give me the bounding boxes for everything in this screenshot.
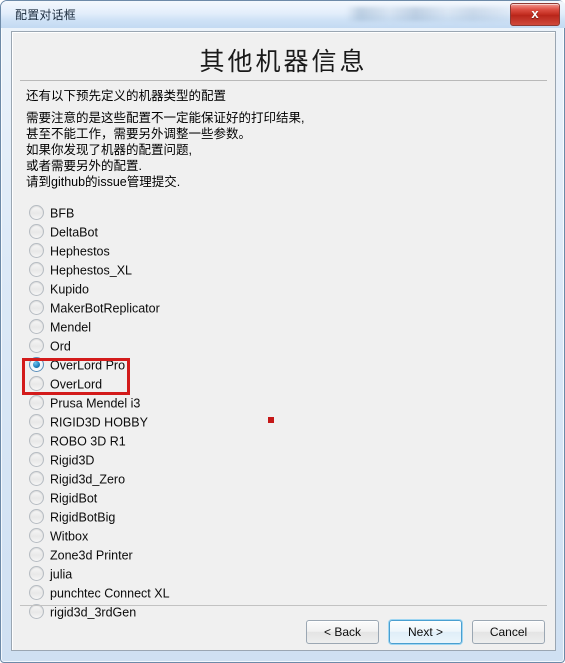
machine-radio-option[interactable]: MakerBotReplicator <box>26 299 526 318</box>
machine-radio-option[interactable]: BFB <box>26 204 526 223</box>
machine-type-radio-group[interactable]: BFB DeltaBot Hephestos Hephestos_XL Kupido Ma… <box>26 204 526 622</box>
machine-radio-option[interactable]: OverLord <box>26 375 526 394</box>
machine-radio-option[interactable]: RigidBotBig <box>26 508 526 527</box>
machine-radio-option[interactable]: Zone3d Printer <box>26 546 526 565</box>
dialog-button-row: < Back Next > Cancel <box>306 620 545 644</box>
machine-radio-label: Mendel <box>50 320 91 335</box>
machine-radio-option[interactable]: Mendel <box>26 318 526 337</box>
machine-radio-label: Rigid3d_Zero <box>50 472 126 487</box>
dialog-window: 配置对话框 x 其他机器信息 还有以下预先定义的机器类型的配置 需要注意的是这些… <box>0 0 565 663</box>
radio-unchecked-icon[interactable] <box>29 376 44 392</box>
dialog-client-panel: 其他机器信息 还有以下预先定义的机器类型的配置 需要注意的是这些配置不一定能保证… <box>11 31 556 651</box>
machine-radio-option[interactable]: Ord <box>26 337 526 356</box>
machine-radio-option[interactable]: DeltaBot <box>26 223 526 242</box>
radio-unchecked-icon[interactable] <box>29 490 44 506</box>
machine-radio-option[interactable]: Hephestos <box>26 242 526 261</box>
machine-radio-option[interactable]: Kupido <box>26 280 526 299</box>
radio-unchecked-icon[interactable] <box>29 319 44 335</box>
page-title: 其他机器信息 <box>199 49 368 76</box>
machine-radio-option[interactable]: RigidBot <box>26 489 526 508</box>
radio-unchecked-icon[interactable] <box>29 452 44 468</box>
description-line: 需要注意的是这些配置不一定能保证好的打印结果, <box>26 111 305 125</box>
machine-radio-label: OverLord <box>50 377 103 392</box>
machine-radio-label: MakerBotReplicator <box>50 301 160 316</box>
machine-radio-label: RIGID3D HOBBY <box>50 415 148 430</box>
machine-radio-label: rigid3d_3rdGen <box>50 605 137 620</box>
machine-radio-label: Witbox <box>50 529 89 544</box>
machine-radio-option[interactable]: RIGID3D HOBBY <box>26 413 526 432</box>
machine-radio-option[interactable]: Prusa Mendel i3 <box>26 394 526 413</box>
description-line: 如果你发现了机器的配置问题, <box>26 143 192 157</box>
machine-radio-option[interactable]: ROBO 3D R1 <box>26 432 526 451</box>
radio-unchecked-icon[interactable] <box>29 509 44 525</box>
machine-radio-label: DeltaBot <box>50 225 98 240</box>
red-marker-annotation <box>268 417 274 423</box>
radio-unchecked-icon[interactable] <box>29 528 44 544</box>
machine-radio-label: RigidBotBig <box>50 510 116 525</box>
machine-radio-label: Ord <box>50 339 71 354</box>
title-separator <box>20 80 547 81</box>
machine-radio-label: Hephestos <box>50 244 110 259</box>
back-button[interactable]: < Back <box>306 620 379 644</box>
radio-unchecked-icon[interactable] <box>29 471 44 487</box>
radio-checked-icon[interactable] <box>29 357 44 373</box>
radio-unchecked-icon[interactable] <box>29 433 44 449</box>
machine-radio-option[interactable]: Hephestos_XL <box>26 261 526 280</box>
cancel-button[interactable]: Cancel <box>472 620 545 644</box>
next-button[interactable]: Next > <box>389 620 462 644</box>
radio-unchecked-icon[interactable] <box>29 281 44 297</box>
description-block: 还有以下预先定义的机器类型的配置 需要注意的是这些配置不一定能保证好的打印结果,… <box>26 87 536 190</box>
machine-radio-label: RigidBot <box>50 491 98 506</box>
description-line: 请到github的issue管理提交. <box>26 175 181 189</box>
radio-unchecked-icon[interactable] <box>29 414 44 430</box>
radio-unchecked-icon[interactable] <box>29 566 44 582</box>
machine-radio-label: OverLord Pro <box>50 358 126 373</box>
machine-radio-label: julia <box>50 567 73 582</box>
title-bar: 配置对话框 x <box>1 1 565 28</box>
radio-unchecked-icon[interactable] <box>29 604 44 620</box>
machine-radio-option[interactable]: punchtec Connect XL <box>26 584 526 603</box>
radio-unchecked-icon[interactable] <box>29 338 44 354</box>
machine-radio-option[interactable]: Rigid3D <box>26 451 526 470</box>
machine-radio-option[interactable]: julia <box>26 565 526 584</box>
titlebar-blurred-artifact <box>346 7 521 21</box>
description-lead: 还有以下预先定义的机器类型的配置 <box>26 89 227 103</box>
machine-radio-label: Hephestos_XL <box>50 263 133 278</box>
machine-radio-label: Prusa Mendel i3 <box>50 396 141 411</box>
machine-radio-label: Rigid3D <box>50 453 95 468</box>
radio-unchecked-icon[interactable] <box>29 547 44 563</box>
radio-unchecked-icon[interactable] <box>29 395 44 411</box>
machine-radio-label: ROBO 3D R1 <box>50 434 126 449</box>
description-line: 甚至不能工作，需要另外调整一些参数。 <box>26 127 252 141</box>
radio-unchecked-icon[interactable] <box>29 585 44 601</box>
machine-radio-option[interactable]: Witbox <box>26 527 526 546</box>
close-button[interactable]: x <box>510 3 560 26</box>
close-icon: x <box>531 6 539 21</box>
radio-unchecked-icon[interactable] <box>29 205 44 221</box>
machine-radio-label: BFB <box>50 206 75 221</box>
footer-separator <box>20 605 547 606</box>
window-title: 配置对话框 <box>15 8 77 22</box>
description-line: 或者需要另外的配置. <box>26 159 142 173</box>
radio-unchecked-icon[interactable] <box>29 300 44 316</box>
machine-radio-label: punchtec Connect XL <box>50 586 170 601</box>
machine-radio-label: Kupido <box>50 282 89 297</box>
radio-unchecked-icon[interactable] <box>29 262 44 278</box>
radio-unchecked-icon[interactable] <box>29 243 44 259</box>
machine-radio-option[interactable]: Rigid3d_Zero <box>26 470 526 489</box>
machine-radio-label: Zone3d Printer <box>50 548 133 563</box>
radio-unchecked-icon[interactable] <box>29 224 44 240</box>
machine-radio-option[interactable]: OverLord Pro <box>26 356 526 375</box>
